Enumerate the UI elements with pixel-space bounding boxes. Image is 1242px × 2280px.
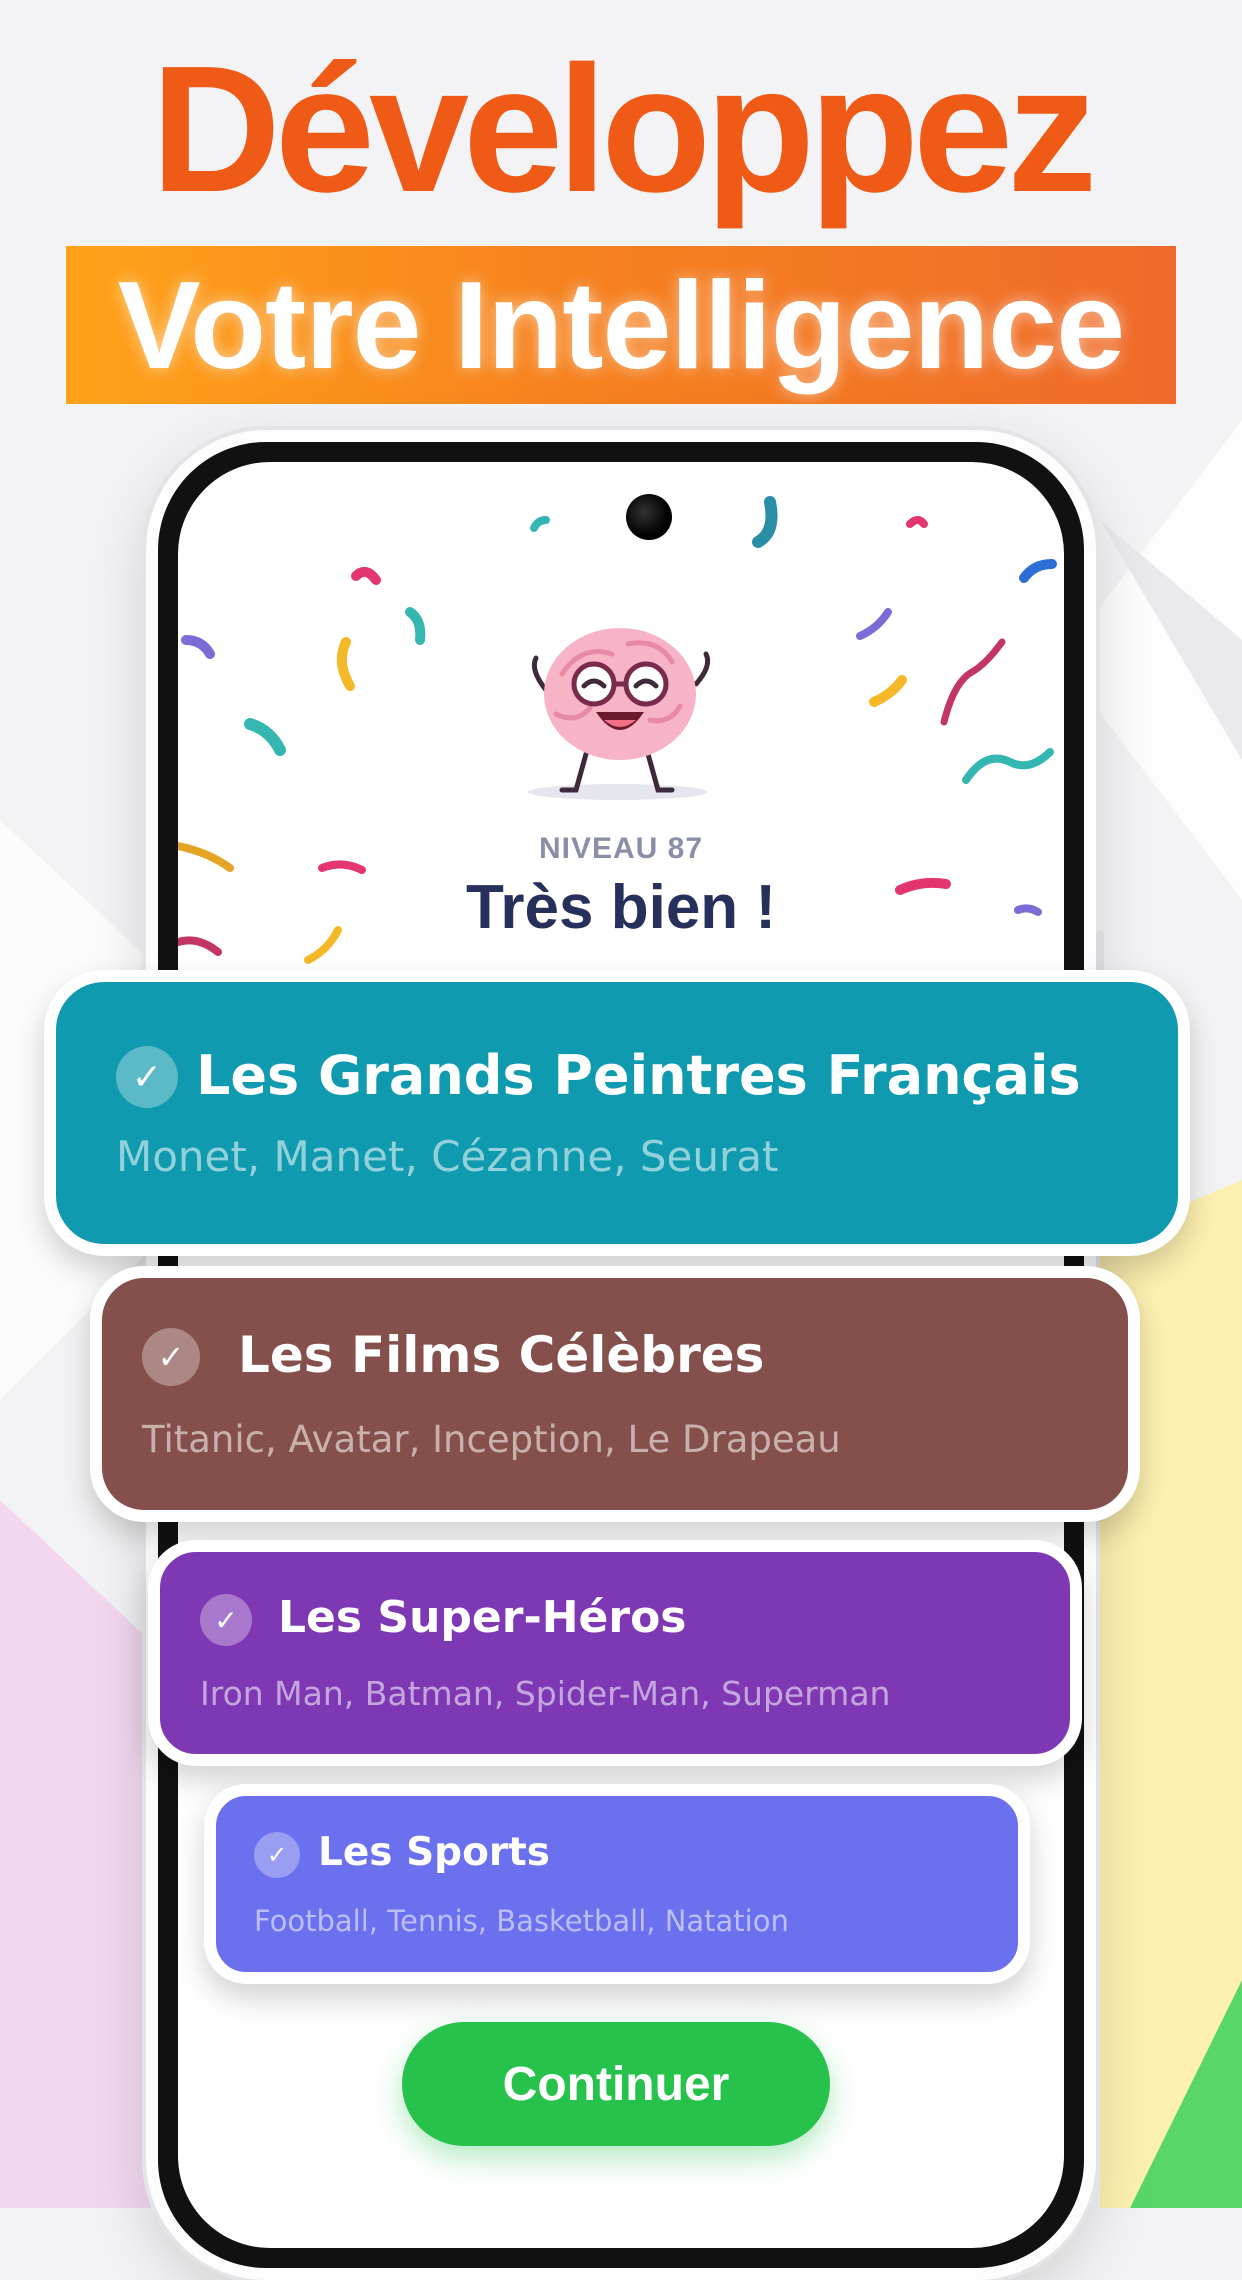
headline-title: Développez bbox=[150, 29, 1097, 230]
category-title: Les Grands Peintres Français bbox=[196, 1044, 1081, 1107]
category-title: Les Films Célèbres bbox=[238, 1326, 765, 1384]
check-circle-icon: ✓ bbox=[254, 1832, 300, 1878]
headline-banner: Votre Intelligence bbox=[66, 246, 1176, 404]
category-subtitle: Football, Tennis, Basketball, Natation bbox=[254, 1904, 789, 1938]
brain-mascot-icon bbox=[528, 628, 711, 800]
check-circle-icon: ✓ bbox=[116, 1046, 178, 1108]
result-title: Très bien ! bbox=[465, 873, 777, 942]
category-card-painters[interactable]: ✓ Les Grands Peintres Français Monet, Ma… bbox=[44, 970, 1190, 1256]
category-card-sports[interactable]: ✓ Les Sports Football, Tennis, Basketbal… bbox=[204, 1784, 1030, 1984]
category-card-superheroes[interactable]: ✓ Les Super-Héros Iron Man, Batman, Spid… bbox=[148, 1540, 1082, 1766]
check-circle-icon: ✓ bbox=[142, 1328, 200, 1386]
category-title: Les Sports bbox=[318, 1830, 550, 1875]
continue-button[interactable]: Continuer bbox=[402, 2022, 830, 2146]
headline-subtitle: Votre Intelligence bbox=[117, 257, 1125, 395]
check-circle-icon: ✓ bbox=[200, 1594, 252, 1646]
category-subtitle: Titanic, Avatar, Inception, Le Drapeau bbox=[142, 1418, 841, 1461]
category-subtitle: Iron Man, Batman, Spider-Man, Superman bbox=[200, 1674, 891, 1713]
category-subtitle: Monet, Manet, Cézanne, Seurat bbox=[116, 1132, 779, 1181]
category-title: Les Super-Héros bbox=[278, 1592, 687, 1643]
level-label: NIVEAU 87 bbox=[538, 832, 704, 865]
category-card-films[interactable]: ✓ Les Films Célèbres Titanic, Avatar, In… bbox=[90, 1266, 1140, 1522]
